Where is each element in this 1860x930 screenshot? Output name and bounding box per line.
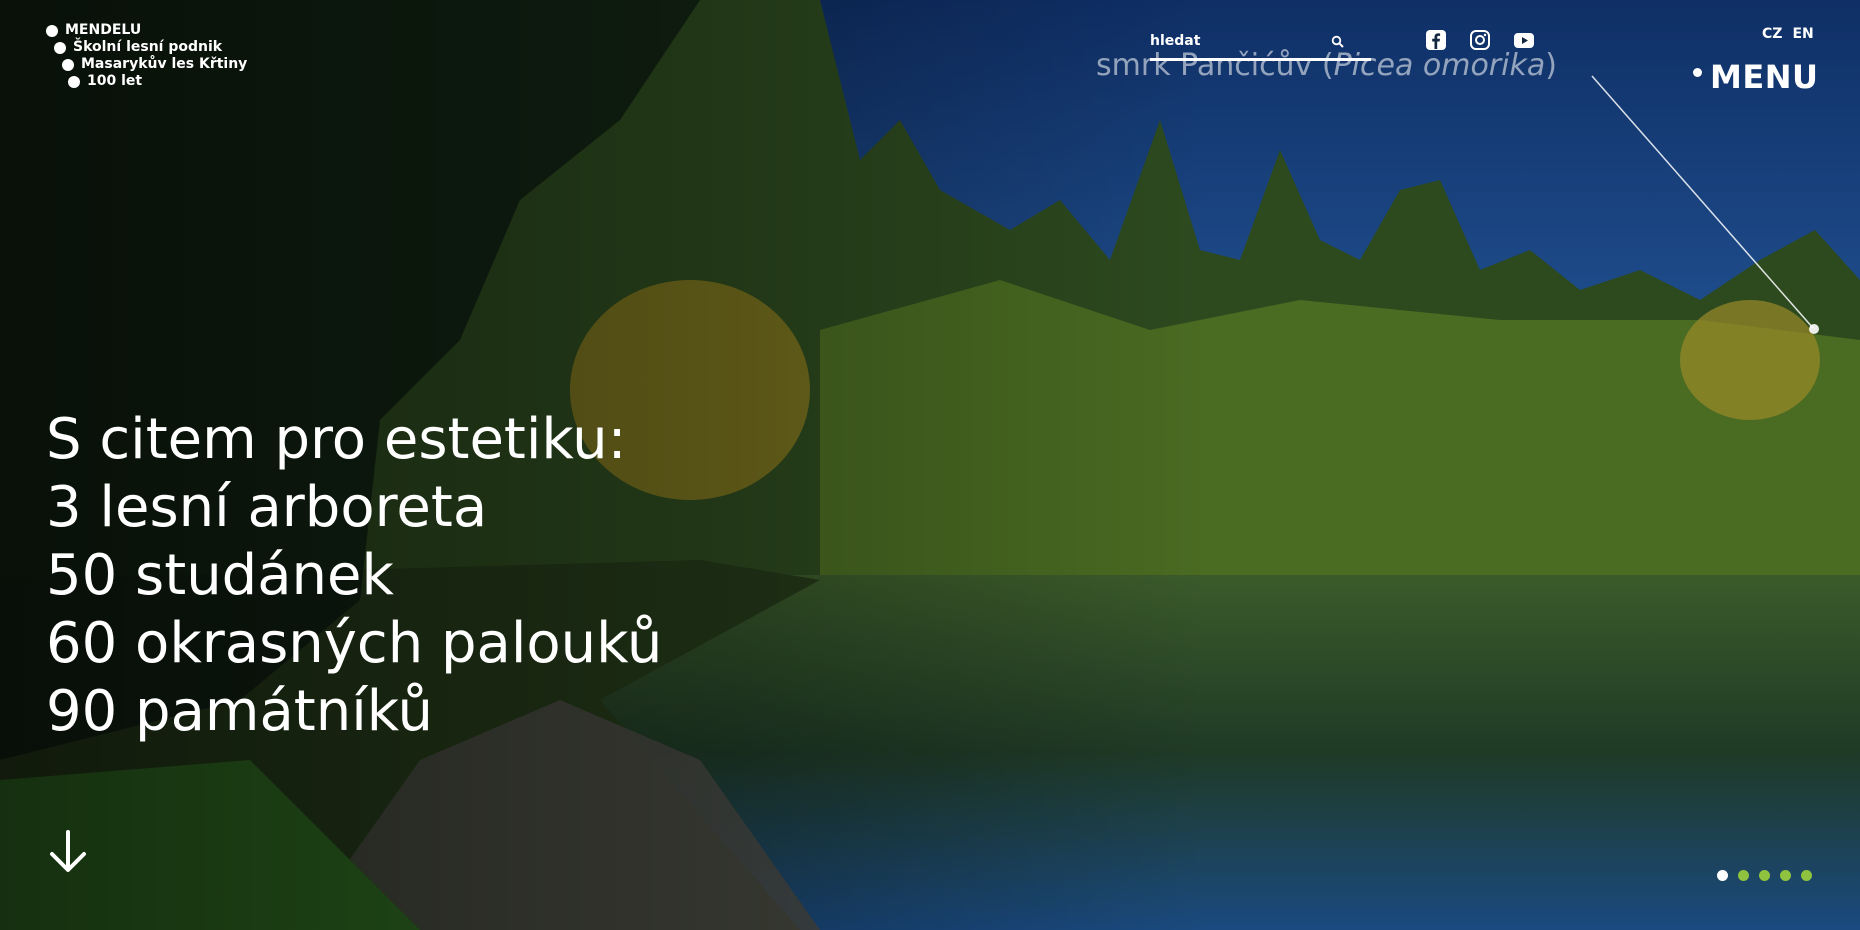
slider-pagination [1717, 870, 1812, 881]
slider-dot[interactable] [1759, 870, 1770, 881]
language-switcher: CZ EN [1762, 26, 1814, 42]
hero-headline: S citem pro estetiku: 3 lesní arboreta 5… [46, 406, 662, 746]
instagram-icon[interactable] [1469, 29, 1491, 51]
menu-label: MENU [1710, 58, 1819, 96]
menu-button[interactable]: MENU [1693, 58, 1818, 96]
language-cz[interactable]: CZ [1762, 26, 1782, 42]
breadcrumb: MENDELU Školní lesní podnik Masarykův le… [46, 22, 247, 90]
bullet-icon [46, 24, 58, 37]
bullet-icon [54, 41, 66, 54]
slider-dot[interactable] [1780, 870, 1791, 881]
social-links [1425, 29, 1535, 51]
search-icon[interactable] [1331, 35, 1345, 49]
headline-line: 60 okrasných palouků [46, 611, 663, 676]
search-input[interactable] [1150, 30, 1330, 52]
youtube-icon[interactable] [1513, 29, 1535, 51]
headline-line: S citem pro estetiku: [46, 407, 627, 472]
arrow-down-icon[interactable] [46, 830, 90, 874]
breadcrumb-item-100-let[interactable]: 100 let [68, 73, 247, 90]
breadcrumb-item-skolni-lesni-podnik[interactable]: Školní lesní podnik [54, 39, 247, 56]
search-bar [1150, 30, 1371, 61]
language-en[interactable]: EN [1792, 26, 1813, 42]
bullet-icon [62, 58, 74, 71]
headline-line: 3 lesní arboreta [46, 475, 488, 540]
facebook-icon[interactable] [1425, 29, 1447, 51]
menu-dot-icon [1693, 68, 1702, 77]
slider-dot[interactable] [1738, 870, 1749, 881]
breadcrumb-item-mendelu[interactable]: MENDELU [46, 22, 247, 39]
breadcrumb-item-masarykuv-les[interactable]: Masarykův les Křtiny [62, 56, 247, 73]
slider-dot[interactable] [1717, 870, 1728, 881]
headline-line: 50 studánek [46, 543, 394, 608]
slider-dot[interactable] [1801, 870, 1812, 881]
bullet-icon [68, 75, 80, 88]
headline-line: 90 památníků [46, 679, 433, 744]
